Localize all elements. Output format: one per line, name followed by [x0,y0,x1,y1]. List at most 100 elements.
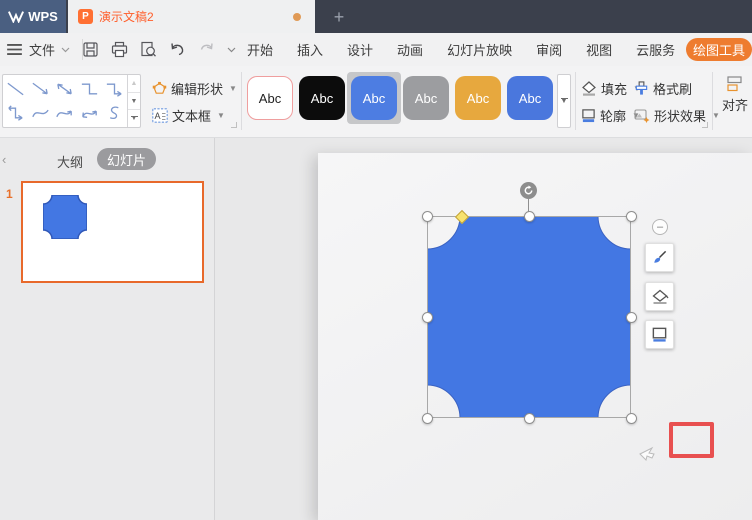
chevron-down-icon: ▼ [229,84,237,93]
style-preset-gold[interactable]: Abc [455,76,501,120]
tab-slideshow[interactable]: 幻灯片放映 [447,40,512,59]
unsaved-indicator-dot [293,12,301,21]
slide-panel: ‹ 大纲 幻灯片 1 [0,138,215,520]
undo-icon[interactable] [169,41,186,58]
brush-icon [654,250,667,263]
edit-shape-icon [152,81,167,94]
divider [241,72,242,130]
chevron-down-icon: ▼ [217,111,225,120]
wps-logo-text: WPS [28,9,58,24]
print-icon[interactable] [111,41,128,58]
hamburger-icon[interactable] [6,41,23,58]
group-corner-mark [702,122,708,128]
text-box-label: 文本框 [172,109,212,124]
align-button[interactable]: 对齐 [722,76,748,114]
ribbon-tabs: 开始 插入 设计 动画 幻灯片放映 审阅 视图 云服务 [247,33,675,66]
elbow-connector-icon[interactable] [79,81,100,97]
shape-effects-icon [634,109,650,123]
menu-bar: 文件 开始 插入 设计 动画 幻灯片放映 审阅 视图 云服务 绘图工具 [0,33,752,66]
edit-shape-label: 编辑形状 [171,82,224,97]
shape-effects-label: 形状效果 [654,109,707,124]
elbow-arrow-connector-icon[interactable] [104,81,125,97]
resize-handle-top[interactable] [524,211,535,222]
fill-bucket-icon [651,289,669,304]
collapse-minus-icon[interactable]: – [652,219,668,235]
group-corner-mark [231,122,237,128]
shape-gallery: ▲ ▼ ▼ [2,74,141,128]
outline-label: 轮廓 [600,109,627,124]
document-tab-title: 演示文稿2 [99,10,154,24]
text-box-button[interactable]: A 文本框 ▼ [152,106,225,125]
resize-handle-top-right[interactable] [626,211,637,222]
resize-handle-top-left[interactable] [422,211,433,222]
curved-arrow-connector-icon[interactable] [54,105,75,121]
file-chevron-down-icon[interactable] [61,47,70,53]
save-icon[interactable] [82,41,99,58]
curved-connector-icon[interactable] [30,105,51,121]
resize-handle-bottom-left[interactable] [422,413,433,424]
collapse-panel-button[interactable]: ‹ [2,152,6,167]
tab-drawing-tools-active[interactable]: 绘图工具 [686,38,752,61]
titlebar: WPS P 演示文稿2 + [0,0,752,33]
resize-handle-bottom[interactable] [524,413,535,424]
wps-logo[interactable]: WPS [0,0,66,33]
preset-gallery-more-button[interactable]: ▼ [557,74,571,128]
freeform-s-shape-icon[interactable] [104,105,125,121]
resize-handle-bottom-right[interactable] [626,413,637,424]
print-preview-icon[interactable] [140,41,157,58]
wps-w-logo-icon [8,11,25,23]
curved-double-arrow-connector-icon[interactable] [79,105,100,121]
tab-home[interactable]: 开始 [247,40,273,59]
gallery-scroll-up-button[interactable]: ▲ [128,75,140,93]
slide-thumbnail-1[interactable] [21,181,204,283]
quick-outline-button[interactable] [645,320,674,349]
outline-button[interactable]: 轮廓 ▼ [581,106,640,125]
resize-handle-left[interactable] [422,312,433,323]
slide-number: 1 [6,187,13,201]
quick-fill-button[interactable] [645,282,674,311]
style-preset-white[interactable]: Abc [247,76,293,120]
annotation-red-rectangle [669,422,714,458]
align-icon [726,76,742,92]
arrow-shape-icon[interactable] [30,81,51,97]
tab-insert[interactable]: 插入 [297,40,323,59]
line-shape-icon[interactable] [5,81,26,97]
elbow-double-arrow-connector-icon[interactable] [5,105,26,121]
chevron-down-icon: ▼ [712,111,720,120]
divider [712,72,713,130]
mouse-cursor-icon [639,446,655,461]
selection-bounding-box [427,216,631,418]
tab-view[interactable]: 视图 [586,40,612,59]
double-arrow-shape-icon[interactable] [54,81,75,97]
divider [575,72,576,130]
rotate-handle-icon[interactable] [520,182,537,199]
text-box-icon: A [152,108,168,123]
style-preset-blue-selected[interactable]: Abc [351,76,397,120]
quick-style-brush-button[interactable] [645,243,674,272]
thumbnail-plaque-shape [43,195,87,239]
fill-label: 填充 [601,82,628,97]
style-preset-black[interactable]: Abc [299,76,345,120]
tab-animation[interactable]: 动画 [397,40,423,59]
tab-outline[interactable]: 大纲 [57,152,83,171]
tab-review[interactable]: 审阅 [536,40,562,59]
gallery-scroll-down-button[interactable]: ▼ [128,93,140,111]
format-painter-icon [635,81,648,95]
customize-chevron-icon[interactable] [227,47,236,53]
format-painter-button[interactable]: 格式刷 [634,79,692,98]
redo-icon[interactable] [198,41,215,58]
new-tab-button[interactable]: + [326,5,352,29]
gallery-more-button[interactable]: ▼ [128,110,140,127]
presentation-file-icon: P [78,9,93,24]
edit-shape-button[interactable]: 编辑形状 ▼ [152,79,237,98]
style-preset-gray[interactable]: Abc [403,76,449,120]
resize-handle-right[interactable] [626,312,637,323]
fill-button[interactable]: 填充▼ [581,79,641,98]
style-preset-blue2[interactable]: Abc [507,76,553,120]
document-tab[interactable]: P 演示文稿2 [68,0,315,33]
tab-cloud[interactable]: 云服务 [636,40,675,59]
tab-design[interactable]: 设计 [347,40,373,59]
fill-bucket-icon [582,81,596,96]
tab-slides-active[interactable]: 幻灯片 [97,148,156,170]
file-menu-button[interactable]: 文件 [29,40,55,59]
